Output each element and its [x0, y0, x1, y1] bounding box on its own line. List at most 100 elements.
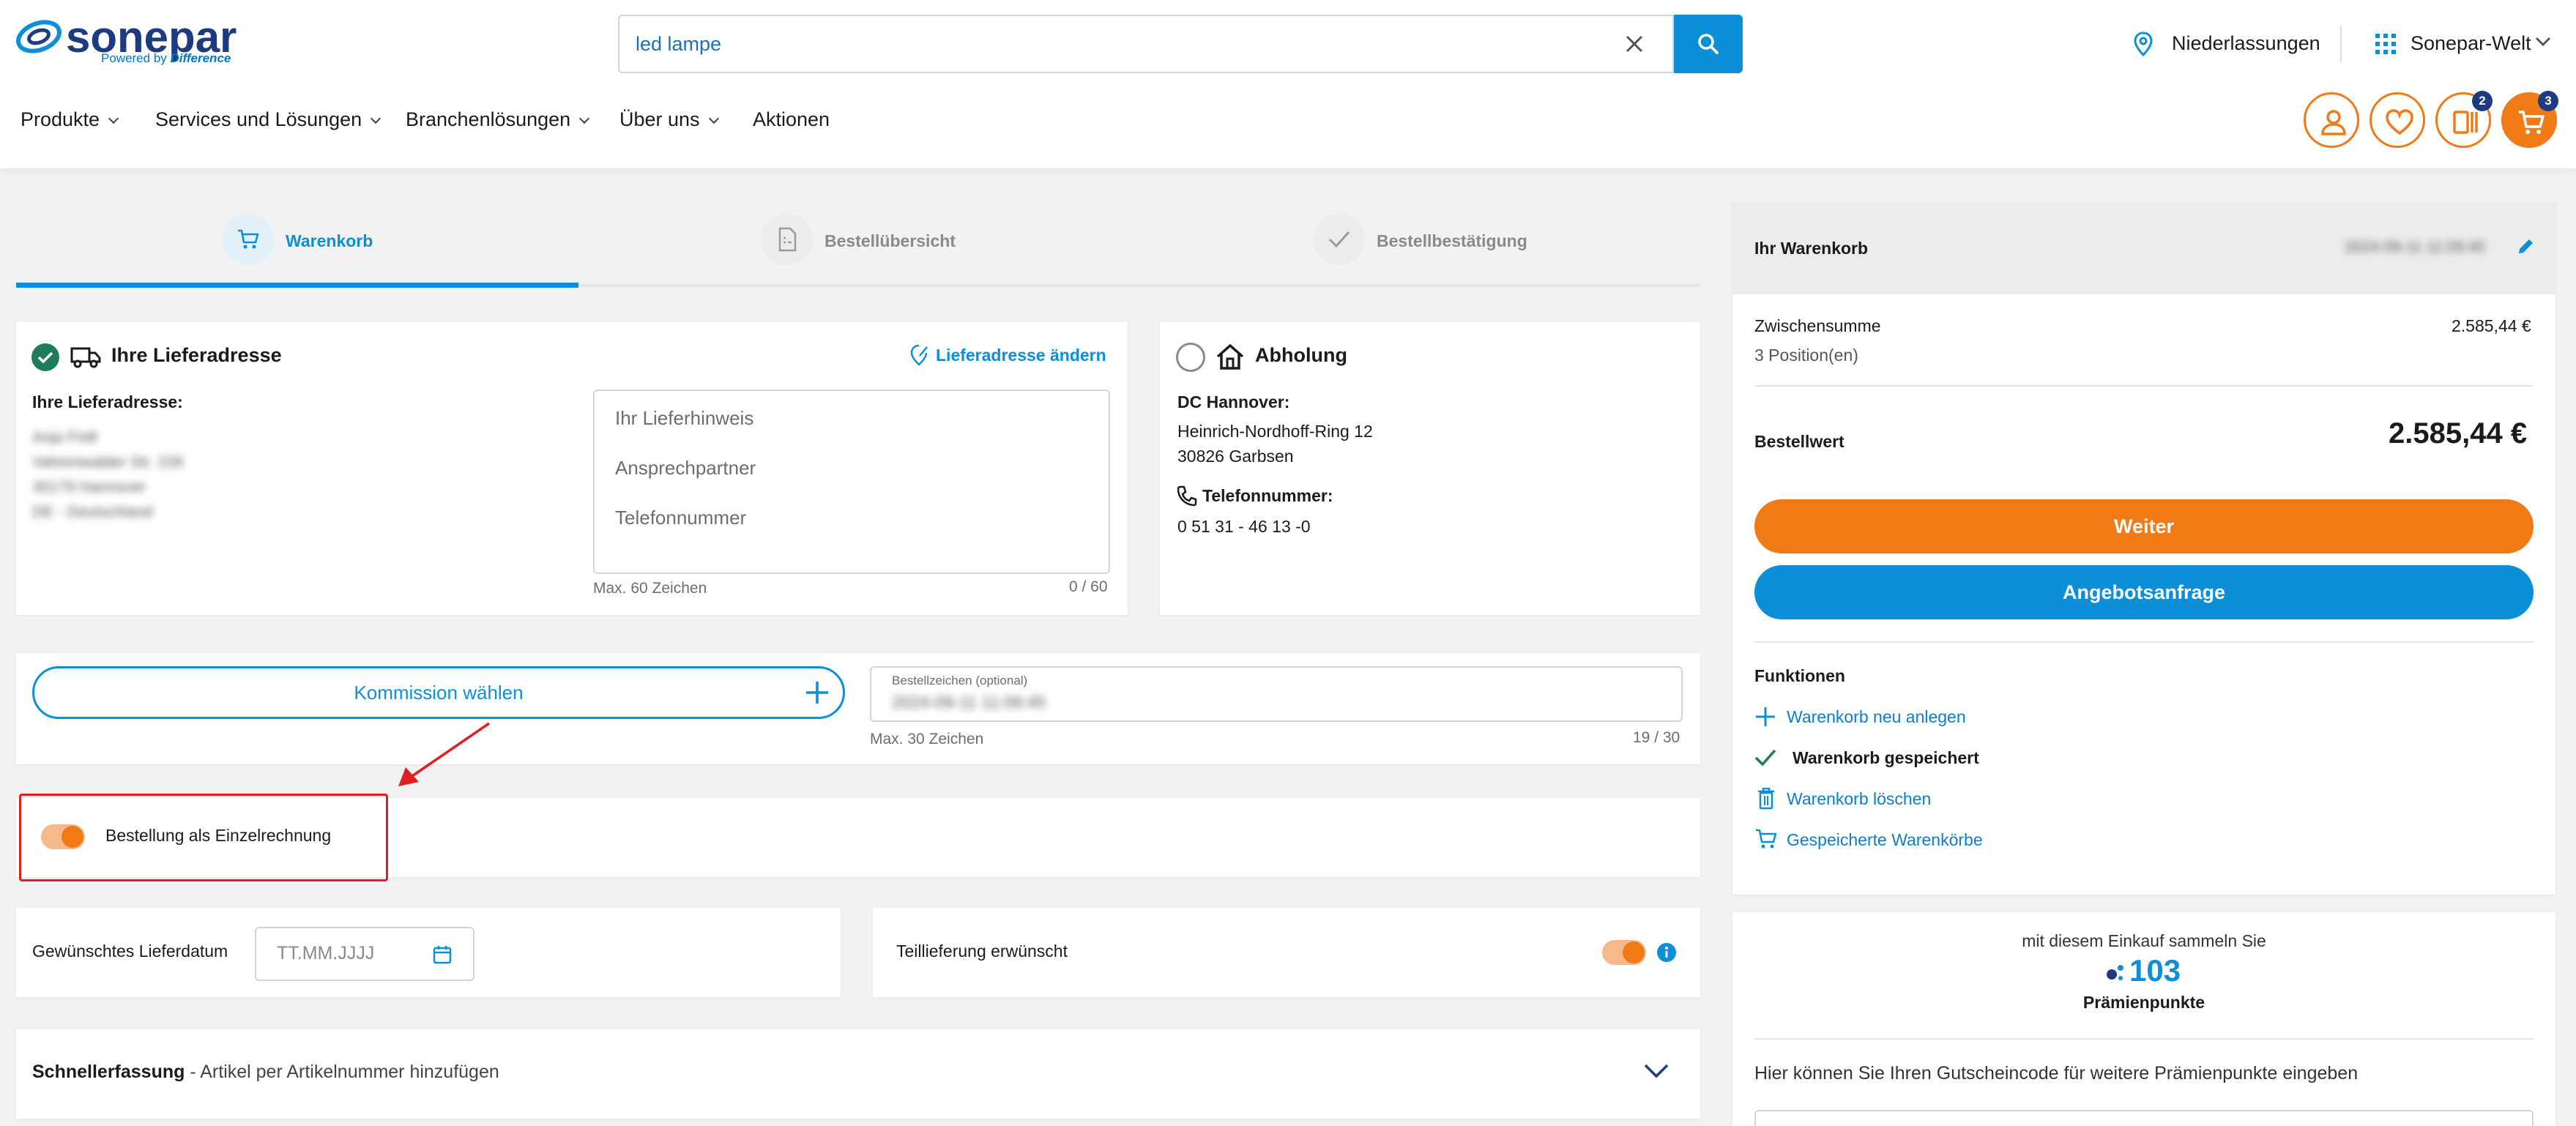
- partial-delivery-toggle[interactable]: [1602, 940, 1646, 965]
- commission-select-button[interactable]: Kommission wählen: [32, 666, 845, 719]
- divider: [1754, 641, 2534, 643]
- search-input[interactable]: [636, 16, 1602, 72]
- logo-tagline-prefix: Powered by: [101, 51, 167, 65]
- delivery-address-card: Ihre Lieferadresse Lieferadresse ändern …: [16, 322, 1128, 615]
- new-cart-link[interactable]: Warenkorb neu anlegen: [1787, 707, 1966, 727]
- cart-badge: 3: [2538, 91, 2558, 111]
- compare-icon: [2453, 111, 2478, 134]
- voucher-text: Hier können Sie Ihren Gutscheincode für …: [1754, 1063, 2359, 1084]
- voucher-input[interactable]: [1754, 1110, 2534, 1126]
- continue-button[interactable]: Weiter: [1754, 499, 2534, 553]
- header-divider: [2340, 26, 2342, 61]
- document-icon: [778, 227, 797, 252]
- commission-card: Kommission wählen Bestellzeichen (option…: [16, 653, 1700, 764]
- sonepar-logo[interactable]: sonepar Powered by Difference: [15, 12, 249, 72]
- user-icon: [2321, 110, 2346, 135]
- cart-icon: [2519, 111, 2545, 134]
- tab-warenkorb[interactable]: Warenkorb: [286, 231, 373, 251]
- tab-bestelluebersicht[interactable]: Bestellübersicht: [824, 231, 956, 251]
- address-line: DE - Deutschland: [32, 504, 153, 521]
- home-icon: [1216, 344, 1244, 370]
- locations-link[interactable]: Niederlassungen: [2172, 32, 2320, 55]
- delete-cart-link[interactable]: Warenkorb löschen: [1787, 789, 1931, 809]
- chevron-down-icon: [371, 113, 381, 124]
- nav-item-label: Services und Lösungen: [155, 108, 362, 130]
- nav-item-services[interactable]: Services und Lösungen: [155, 108, 381, 131]
- nav-item-ueber-uns[interactable]: Über uns: [619, 108, 719, 131]
- points-dots-icon: [2107, 965, 2123, 980]
- compare-badge: 2: [2472, 91, 2493, 111]
- annotation-highlight-box: [19, 794, 388, 881]
- quote-request-button[interactable]: Angebotsanfrage: [1754, 565, 2534, 619]
- functions-title: Funktionen: [1754, 666, 1845, 685]
- account-button[interactable]: [2304, 92, 2359, 148]
- annotation-arrow: [398, 722, 490, 786]
- nav-item-aktionen[interactable]: Aktionen: [753, 108, 830, 131]
- quick-entry-heading: Schnellerfassung - Artikel per Artikelnu…: [32, 1062, 499, 1083]
- saved-carts-link[interactable]: Gespeicherte Warenkörbe: [1787, 830, 1983, 850]
- search-box: [618, 15, 1674, 73]
- logo-swirl-icon: [16, 20, 62, 53]
- order-value: 2.585,44 €: [2389, 417, 2528, 450]
- check-icon: [1328, 231, 1350, 248]
- divider: [1754, 1038, 2534, 1040]
- nav-item-branchen[interactable]: Branchenlösungen: [406, 108, 590, 131]
- wishlist-button[interactable]: [2370, 92, 2425, 148]
- tab-bestellbestaetigung[interactable]: Bestellbestätigung: [1377, 231, 1527, 251]
- toggle-knob: [1623, 942, 1645, 963]
- pickup-phone: 0 51 31 - 46 13 -0: [1177, 517, 1311, 536]
- order-reference-field[interactable]: Bestellzeichen (optional) 2024-09-11 11:…: [870, 666, 1683, 722]
- rewards-points: 103: [2129, 953, 2181, 988]
- pickup-card: Abholung DC Hannover: Heinrich-Nordhoff-…: [1160, 322, 1700, 615]
- close-icon[interactable]: [1620, 29, 1649, 59]
- heart-icon: [2386, 109, 2413, 135]
- order-reference-max: Max. 30 Zeichen: [870, 731, 984, 747]
- rewards-intro: mit diesem Einkauf sammeln Sie: [2022, 931, 2266, 950]
- search-button[interactable]: [1674, 15, 1743, 73]
- cart-name: 2024-09-11 11:09:45: [2345, 239, 2485, 256]
- nav-item-label: Branchenlösungen: [406, 108, 571, 130]
- logo-tagline-brand: Difference: [170, 51, 231, 65]
- delivery-date-input[interactable]: TT.MM.JJJJ: [255, 927, 474, 981]
- check-icon: [1754, 749, 1776, 767]
- grid-icon: [2375, 34, 2396, 54]
- pickup-branch: DC Hannover:: [1177, 392, 1290, 411]
- order-value-label: Bestellwert: [1754, 432, 1844, 451]
- divider: [1754, 385, 2534, 387]
- calendar-icon[interactable]: [432, 944, 453, 965]
- search-icon: [1698, 34, 1719, 54]
- rewards-points-label: Prämienpunkte: [2082, 993, 2205, 1012]
- plus-icon: [806, 682, 828, 704]
- subtotal-value: 2.585,44 €: [2452, 316, 2531, 335]
- sonepar-world-menu[interactable]: Sonepar-Welt: [2411, 32, 2531, 55]
- nav-item-label: Über uns: [619, 108, 700, 130]
- cart-saved-status: Warenkorb gespeichert: [1793, 748, 1979, 767]
- order-reference-count: 19 / 30: [1633, 729, 1680, 746]
- cart-icon: [1756, 829, 1777, 849]
- checkmark-circle-icon[interactable]: [31, 343, 60, 372]
- delivery-date-label: Gewünschtes Lieferdatum: [32, 942, 228, 961]
- nav-item-label: Aktionen: [753, 108, 830, 130]
- quick-entry-title: Schnellerfassung: [32, 1062, 185, 1082]
- pickup-city: 30826 Garbsen: [1177, 447, 1294, 466]
- delivery-note-max: Max. 60 Zeichen: [593, 580, 707, 597]
- pickup-radio[interactable]: [1176, 343, 1205, 372]
- plus-icon: [1756, 707, 1775, 726]
- nav-item-produkte[interactable]: Produkte: [21, 108, 119, 131]
- delivery-address-title: Ihre Lieferadresse: [111, 344, 282, 366]
- delivery-date-card: Gewünschtes Lieferdatum TT.MM.JJJJ: [16, 908, 841, 997]
- step-icon-bestelluebersicht: [762, 214, 813, 265]
- chevron-down-icon: [108, 113, 119, 124]
- address-line: Anja Fridl: [32, 429, 97, 446]
- quick-entry-card[interactable]: Schnellerfassung - Artikel per Artikelnu…: [16, 1029, 1700, 1119]
- delivery-note-textarea[interactable]: Ihr Lieferhinweis Ansprechpartner Telefo…: [593, 389, 1110, 574]
- info-icon[interactable]: [1656, 942, 1677, 963]
- cart-icon: [238, 229, 259, 249]
- pickup-title: Abholung: [1255, 344, 1347, 366]
- pencil-icon[interactable]: [2516, 237, 2535, 256]
- change-delivery-address-link[interactable]: Lieferadresse ändern: [936, 346, 1106, 365]
- chevron-down-icon[interactable]: [1643, 1063, 1669, 1079]
- phone-icon: [1177, 485, 1197, 507]
- nav-item-label: Produkte: [21, 108, 100, 130]
- contact-person-placeholder: Ansprechpartner: [615, 457, 756, 479]
